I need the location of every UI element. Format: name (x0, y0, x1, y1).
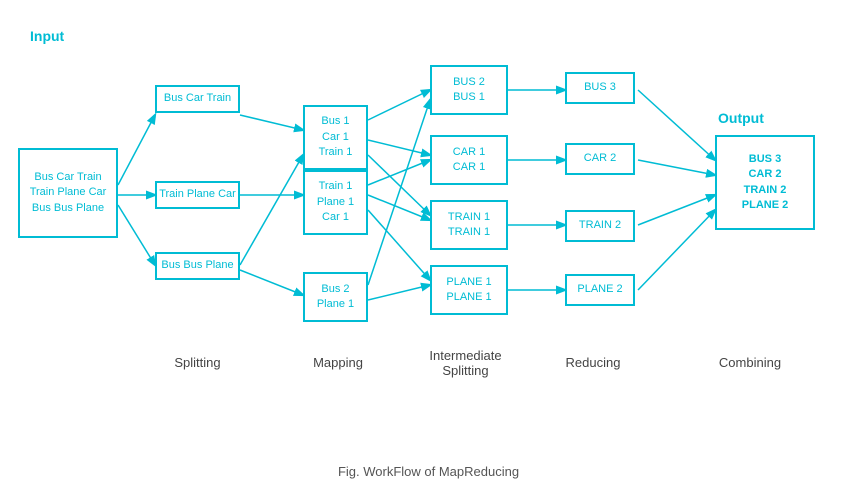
figure-caption: Fig. WorkFlow of MapReducing (0, 464, 857, 479)
inter-box-1: BUS 2BUS 1 (430, 65, 508, 115)
inter-box-3: TRAIN 1TRAIN 1 (430, 200, 508, 250)
input-content: Bus Car TrainTrain Plane CarBus Bus Plan… (30, 170, 107, 216)
map-box-3: Bus 2Plane 1 (303, 272, 368, 322)
combining-label: Combining (705, 355, 795, 370)
split-box-2: Train Plane Car (155, 181, 240, 209)
input-box: Bus Car TrainTrain Plane CarBus Bus Plan… (18, 148, 118, 238)
mapping-label: Mapping (298, 355, 378, 370)
map-box-1: Bus 1Car 1Train 1 (303, 105, 368, 170)
output-box: BUS 3CAR 2TRAIN 2PLANE 2 (715, 135, 815, 230)
splitting-label: Splitting (155, 355, 240, 370)
reduce-box-3: TRAIN 2 (565, 210, 635, 242)
input-label: Input (30, 28, 64, 44)
split-box-1: Bus Car Train (155, 85, 240, 113)
reduce-box-4: PLANE 2 (565, 274, 635, 306)
diagram: Input Bus Car TrainTrain Plane CarBus Bu… (0, 0, 857, 460)
map-box-2: Train 1Plane 1Car 1 (303, 170, 368, 235)
output-label: Output (718, 110, 764, 126)
reducing-label: Reducing (553, 355, 633, 370)
reduce-box-2: CAR 2 (565, 143, 635, 175)
inter-box-2: CAR 1CAR 1 (430, 135, 508, 185)
reduce-box-1: BUS 3 (565, 72, 635, 104)
split-box-3: Bus Bus Plane (155, 252, 240, 280)
intermediate-splitting-label: IntermediateSplitting (413, 348, 518, 378)
inter-box-4: PLANE 1PLANE 1 (430, 265, 508, 315)
